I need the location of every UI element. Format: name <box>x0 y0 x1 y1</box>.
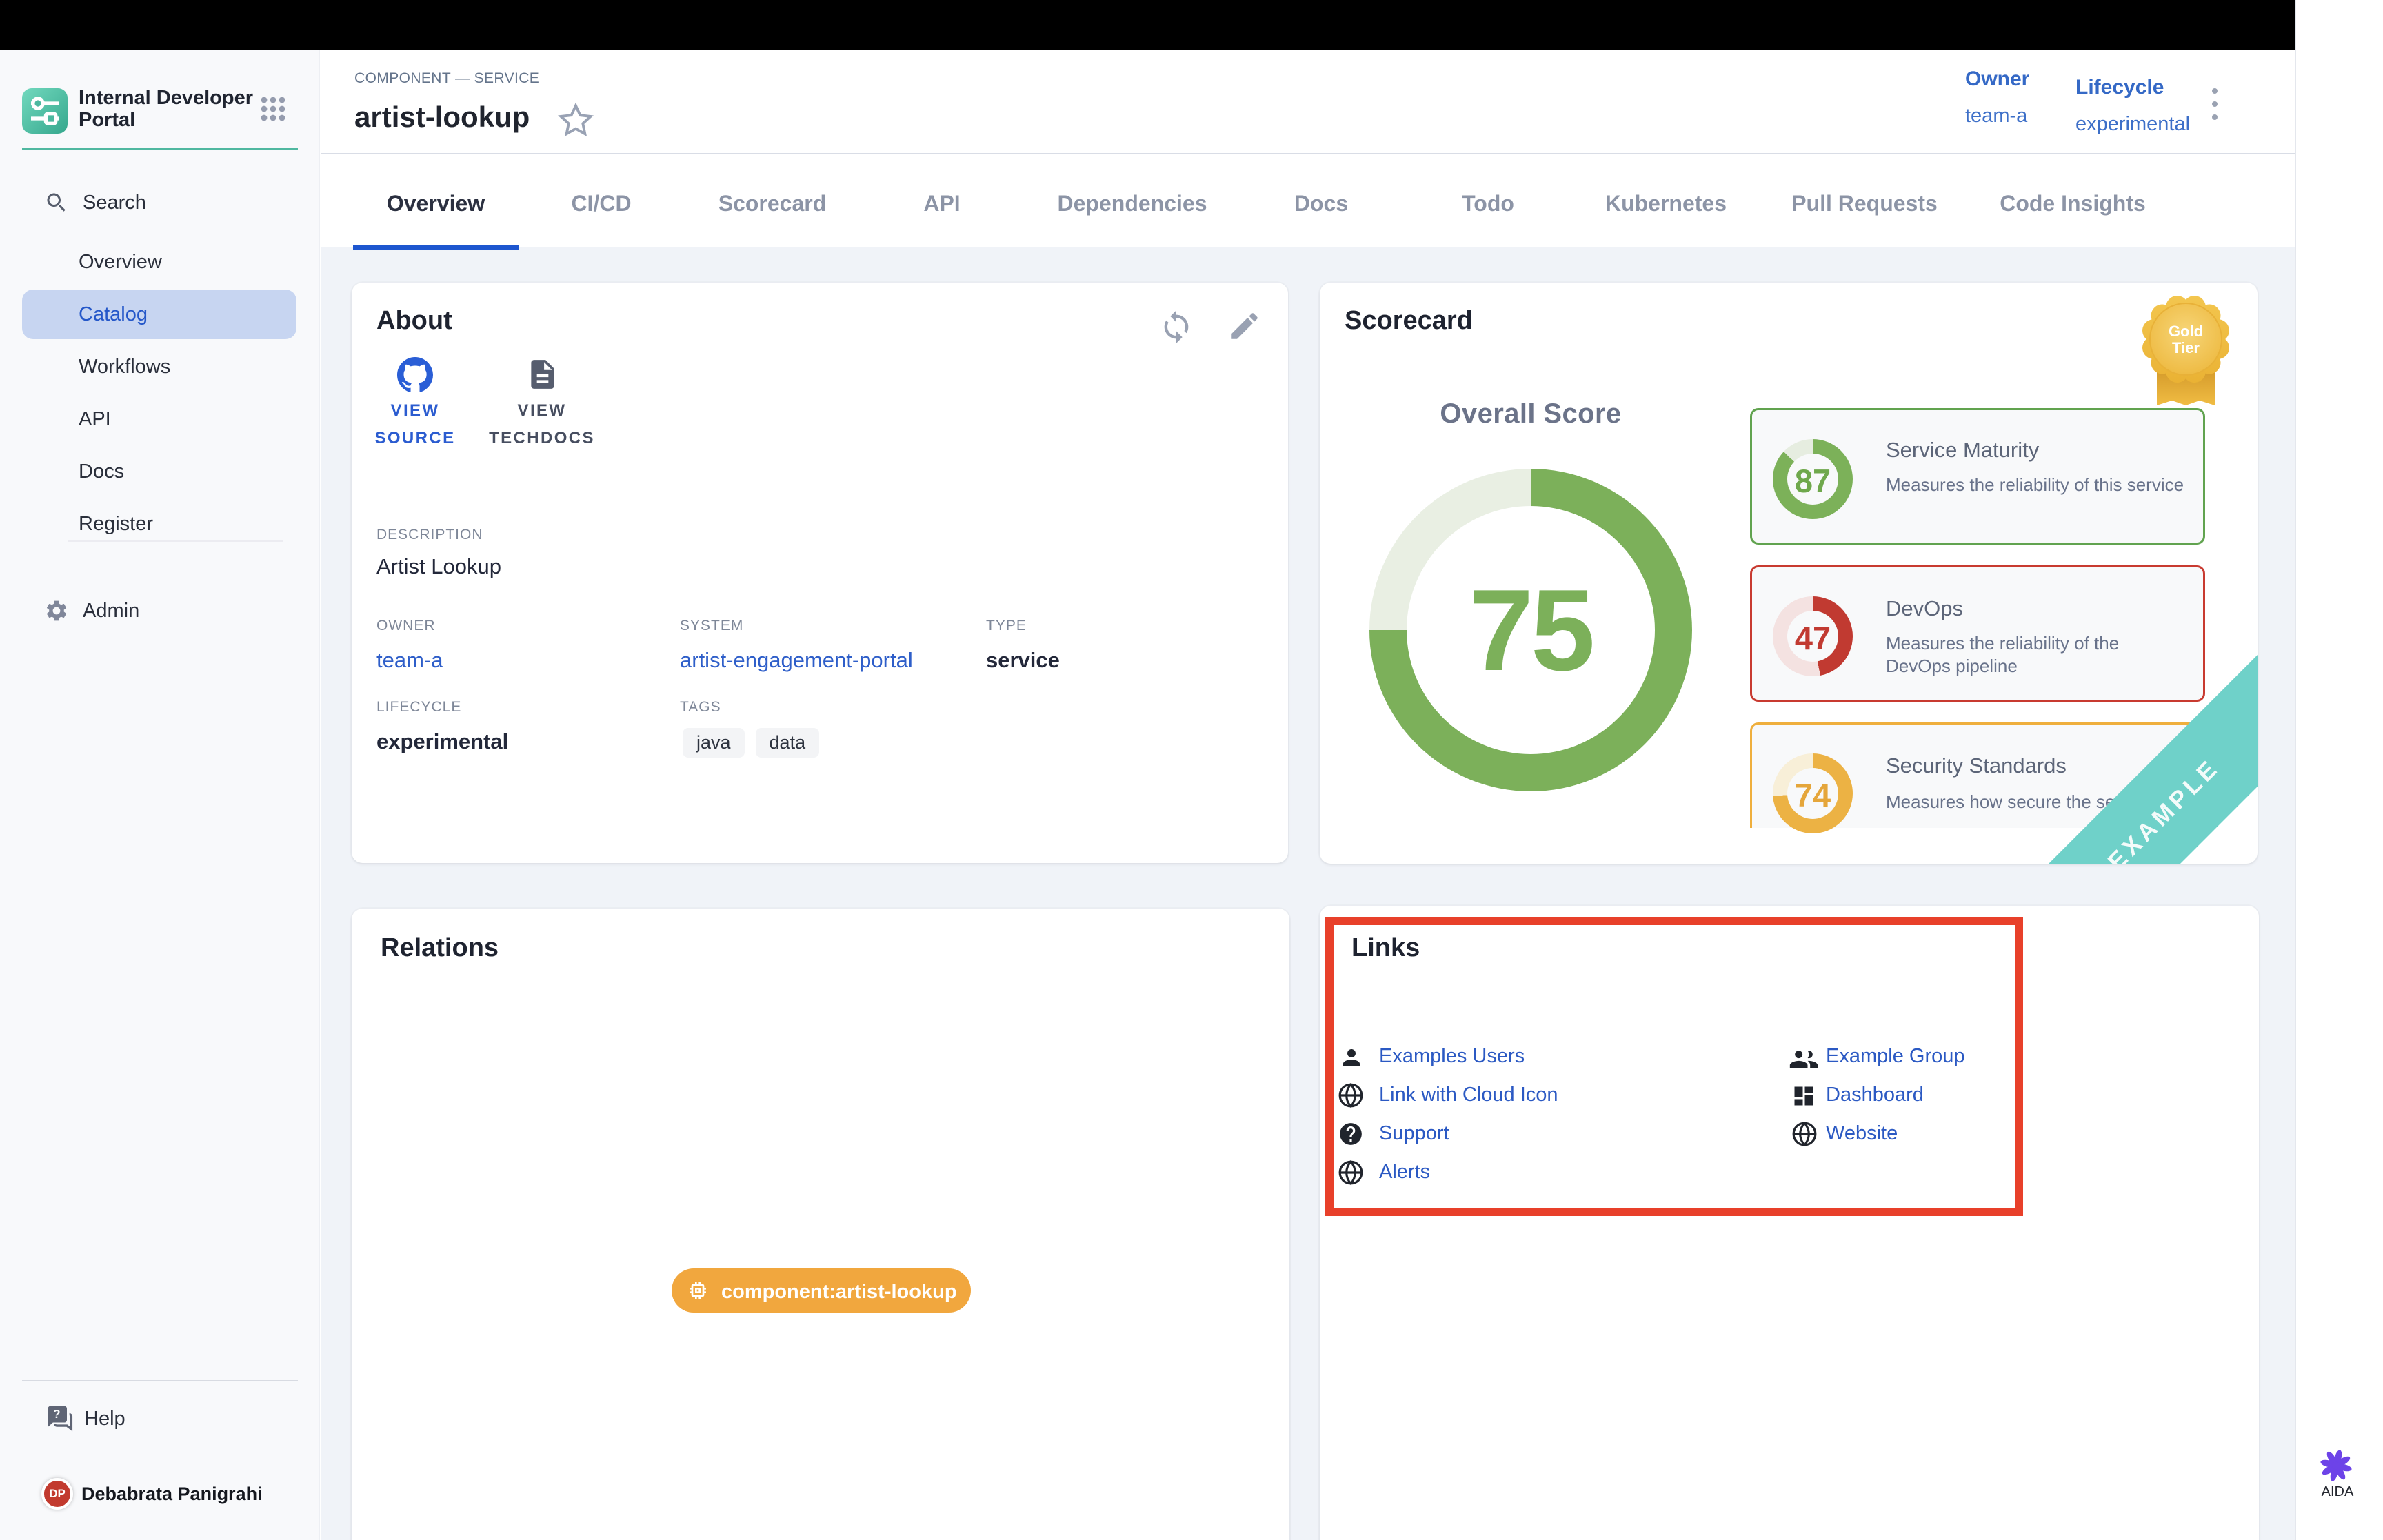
svg-text:Tier: Tier <box>2172 339 2200 356</box>
svg-text:Gold: Gold <box>2169 323 2203 340</box>
svg-text:?: ? <box>53 1407 61 1421</box>
